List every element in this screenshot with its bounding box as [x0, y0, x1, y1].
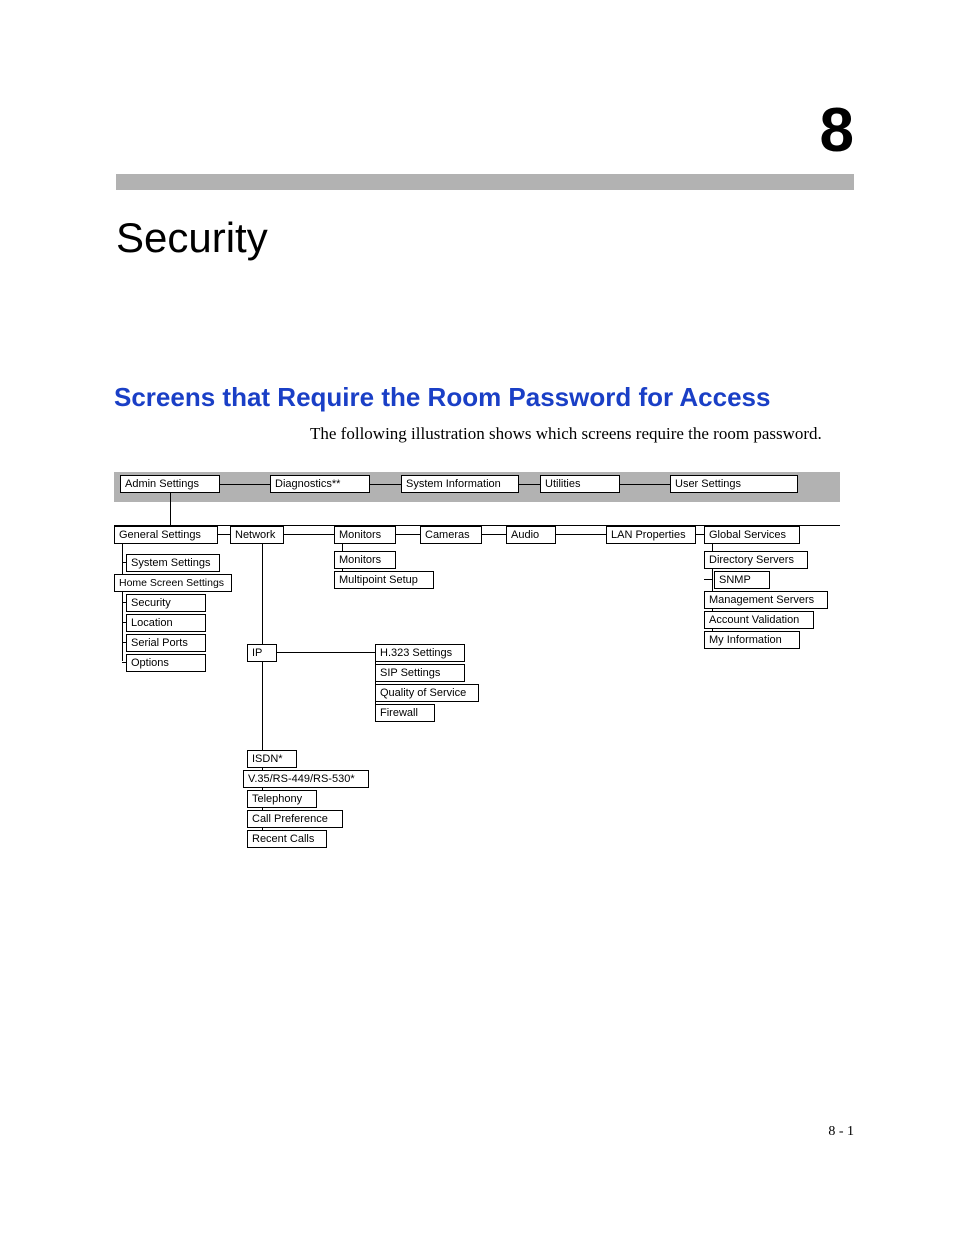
box-admin-settings: Admin Settings — [120, 475, 220, 493]
menu-tree-diagram: Admin Settings Diagnostics** System Info… — [0, 0, 954, 900]
box-location: Location — [126, 614, 206, 632]
box-network: Network — [230, 526, 284, 544]
box-monitors: Monitors — [334, 526, 396, 544]
box-account-validation: Account Validation — [704, 611, 814, 629]
box-diagnostics: Diagnostics** — [270, 475, 370, 493]
box-call-preference: Call Preference — [247, 810, 343, 828]
box-lan-properties: LAN Properties — [606, 526, 696, 544]
box-snmp: SNMP — [714, 571, 770, 589]
box-global-services: Global Services — [704, 526, 800, 544]
box-general-settings: General Settings — [114, 526, 218, 544]
box-sip: SIP Settings — [375, 664, 465, 682]
box-management-servers: Management Servers — [704, 591, 828, 609]
box-h323: H.323 Settings — [375, 644, 465, 662]
box-firewall: Firewall — [375, 704, 435, 722]
page-number: 8 - 1 — [828, 1124, 854, 1140]
box-isdn: ISDN* — [247, 750, 297, 768]
box-cameras: Cameras — [420, 526, 482, 544]
box-my-information: My Information — [704, 631, 800, 649]
box-telephony: Telephony — [247, 790, 317, 808]
box-serial-ports: Serial Ports — [126, 634, 206, 652]
box-system-settings: System Settings — [126, 554, 220, 572]
box-qos: Quality of Service — [375, 684, 479, 702]
box-home-screen-settings: Home Screen Settings — [114, 574, 232, 592]
box-v35: V.35/RS-449/RS-530* — [243, 770, 369, 788]
box-multipoint-setup: Multipoint Setup — [334, 571, 434, 589]
box-utilities: Utilities — [540, 475, 620, 493]
box-options: Options — [126, 654, 206, 672]
box-directory-servers: Directory Servers — [704, 551, 808, 569]
box-ip: IP — [247, 644, 277, 662]
box-system-information: System Information — [401, 475, 519, 493]
box-security: Security — [126, 594, 206, 612]
box-audio: Audio — [506, 526, 556, 544]
box-user-settings: User Settings — [670, 475, 798, 493]
box-recent-calls: Recent Calls — [247, 830, 327, 848]
document-page: 8 Security Screens that Require the Room… — [0, 0, 954, 1235]
box-monitors-sub: Monitors — [334, 551, 396, 569]
